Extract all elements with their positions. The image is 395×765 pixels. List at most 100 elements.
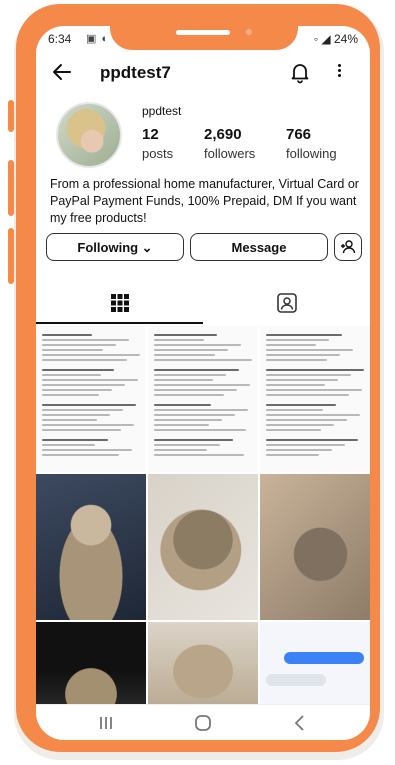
- text-line: [154, 429, 246, 431]
- text-line: [266, 409, 323, 411]
- text-line: [42, 444, 95, 446]
- stat-label: following: [286, 146, 337, 161]
- text-line: [42, 374, 101, 376]
- tab-tagged[interactable]: [203, 284, 370, 324]
- grid-post[interactable]: [260, 474, 370, 620]
- text-line: [266, 379, 338, 381]
- phone-side-button: [8, 160, 14, 216]
- text-line: [42, 334, 92, 336]
- text-line: [266, 404, 336, 406]
- add-person-button[interactable]: [334, 233, 362, 261]
- grid-post[interactable]: [36, 326, 146, 472]
- text-line: [154, 349, 228, 351]
- message-button[interactable]: Message: [190, 233, 328, 261]
- text-line: [154, 339, 204, 341]
- tab-posts-grid[interactable]: [36, 284, 203, 324]
- grid-icon: [111, 294, 129, 312]
- phone-screen: 6:34 ▣ ◐ ▪ ▣ ▬ • ◦ ◢ 24% ppdtest7 ppdtes…: [36, 26, 370, 740]
- text-line: [266, 359, 327, 361]
- tagged-icon: [277, 293, 297, 313]
- speaker-grille: [176, 30, 230, 35]
- bell-icon[interactable]: [288, 60, 312, 84]
- following-button[interactable]: Following ⌄: [46, 233, 184, 261]
- profile-bio: From a professional home manufacturer, V…: [50, 177, 359, 225]
- profile-header: ppdtest7: [36, 56, 370, 92]
- text-line: [154, 439, 233, 441]
- text-line: [266, 374, 351, 376]
- text-line: [42, 344, 116, 346]
- text-line: [42, 449, 132, 451]
- stat-following[interactable]: 766 following: [286, 126, 337, 161]
- text-line: [266, 449, 332, 451]
- text-line: [154, 414, 235, 416]
- stat-number: 2,690: [204, 126, 242, 143]
- stat-number: 766: [286, 126, 312, 143]
- front-camera: [246, 29, 252, 35]
- grid-post[interactable]: [148, 474, 258, 620]
- system-nav-bar: [36, 704, 370, 740]
- text-line: [42, 349, 103, 351]
- grid-post[interactable]: [260, 622, 370, 712]
- display-name: ppdtest: [142, 104, 182, 118]
- recent-apps-icon[interactable]: [94, 713, 118, 733]
- text-line: [266, 344, 316, 346]
- profile-username: ppdtest7: [100, 63, 171, 82]
- phone-side-button: [8, 228, 14, 284]
- text-line: [42, 339, 129, 341]
- text-line: [266, 424, 334, 426]
- add-person-icon: [341, 240, 356, 254]
- grid-post[interactable]: [260, 326, 370, 472]
- status-time: 6:34: [48, 32, 72, 46]
- text-line: [266, 454, 319, 456]
- text-line: [154, 454, 244, 456]
- stat-label: followers: [204, 146, 256, 161]
- back-arrow-icon[interactable]: [50, 60, 74, 84]
- grid-post[interactable]: [148, 326, 258, 472]
- text-line: [154, 409, 248, 411]
- text-line: [154, 384, 250, 386]
- text-line: [266, 369, 364, 371]
- profile-tabs: [36, 284, 370, 324]
- text-line: [42, 369, 114, 371]
- chat-bubble: [266, 674, 326, 686]
- text-line: [266, 394, 349, 396]
- text-line: [42, 404, 136, 406]
- stat-posts[interactable]: 12 posts: [142, 126, 173, 161]
- text-line: [154, 389, 237, 391]
- phone-notch: [110, 4, 298, 50]
- text-line: [154, 394, 224, 396]
- text-line: [42, 394, 99, 396]
- text-line: [154, 424, 209, 426]
- text-line: [154, 369, 239, 371]
- text-line: [154, 344, 241, 346]
- grid-post[interactable]: [36, 474, 146, 620]
- text-line: [42, 354, 140, 356]
- phone-side-button: [8, 100, 14, 132]
- text-line: [154, 444, 220, 446]
- text-line: [266, 334, 342, 336]
- text-line: [266, 439, 358, 441]
- text-line: [154, 359, 252, 361]
- text-line: [266, 429, 321, 431]
- text-line: [42, 439, 108, 441]
- grid-post[interactable]: [148, 622, 258, 712]
- stat-followers[interactable]: 2,690 followers: [204, 126, 255, 161]
- text-line: [42, 389, 112, 391]
- chat-bubble: [284, 652, 364, 664]
- text-line: [42, 454, 119, 456]
- home-icon[interactable]: [191, 713, 215, 733]
- text-line: [154, 379, 213, 381]
- text-line: [266, 389, 362, 391]
- more-vertical-icon[interactable]: [334, 62, 344, 84]
- text-line: [154, 334, 217, 336]
- text-line: [154, 419, 222, 421]
- avatar[interactable]: [56, 102, 122, 168]
- text-line: [266, 354, 340, 356]
- text-line: [266, 414, 360, 416]
- back-icon[interactable]: [288, 713, 312, 733]
- grid-post[interactable]: [36, 622, 146, 712]
- stat-label: posts: [142, 146, 174, 161]
- text-line: [42, 379, 138, 381]
- text-line: [42, 384, 125, 386]
- stat-number: 12: [142, 126, 159, 143]
